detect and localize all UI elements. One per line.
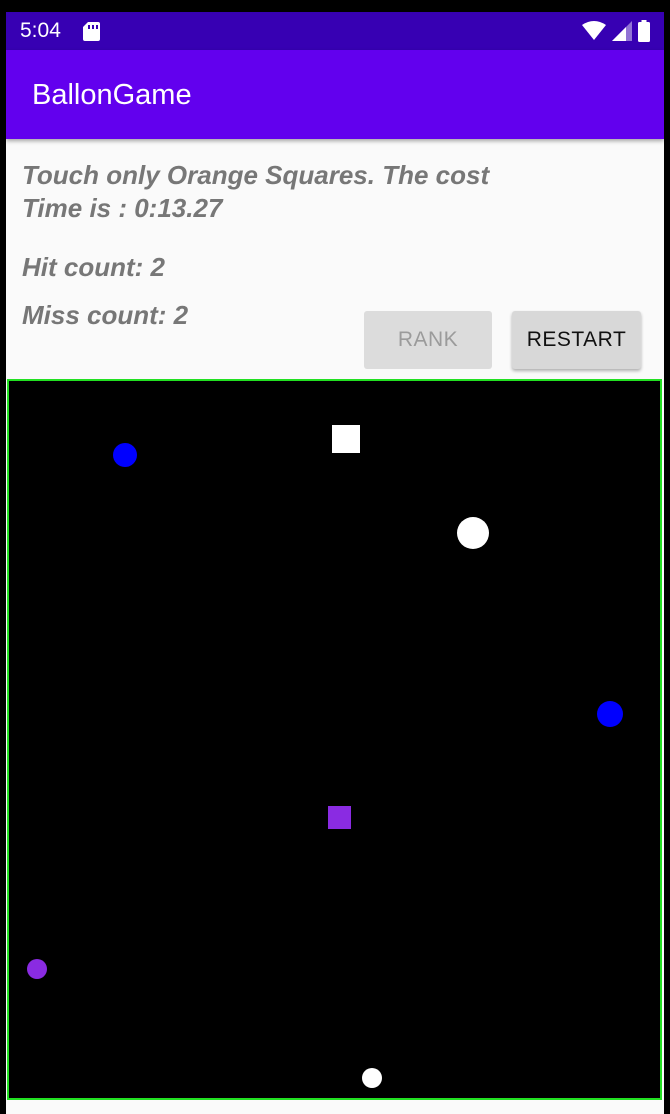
game-area[interactable]: [7, 379, 662, 1100]
restart-button[interactable]: RESTART: [512, 311, 641, 369]
status-time: 5:04: [20, 19, 61, 42]
blue-circle[interactable]: [597, 701, 623, 727]
white-circle[interactable]: [457, 517, 489, 549]
sd-card-icon: [83, 22, 100, 41]
blue-circle[interactable]: [113, 443, 137, 467]
time-text: Time is : 0:13.27: [22, 193, 223, 223]
white-circle[interactable]: [362, 1068, 382, 1088]
status-icons: [582, 20, 650, 42]
app-screen: 5:04 BallonGame Touch only Orange Square…: [6, 12, 664, 1114]
status-bar: 5:04: [6, 12, 664, 50]
instruction-text: Touch only Orange Squares. The cost: [22, 160, 490, 190]
purple-circle[interactable]: [27, 959, 47, 979]
white-square[interactable]: [332, 425, 360, 453]
wifi-icon: [582, 21, 606, 40]
miss-count-text: Miss count: 2: [22, 300, 189, 330]
app-bar: BallonGame: [6, 50, 664, 139]
signal-icon: [612, 21, 632, 41]
rank-button[interactable]: RANK: [364, 311, 492, 369]
app-title: BallonGame: [32, 79, 192, 111]
purple-square[interactable]: [328, 806, 351, 829]
hit-count-text: Hit count: 2: [22, 252, 165, 282]
battery-icon: [638, 20, 650, 42]
